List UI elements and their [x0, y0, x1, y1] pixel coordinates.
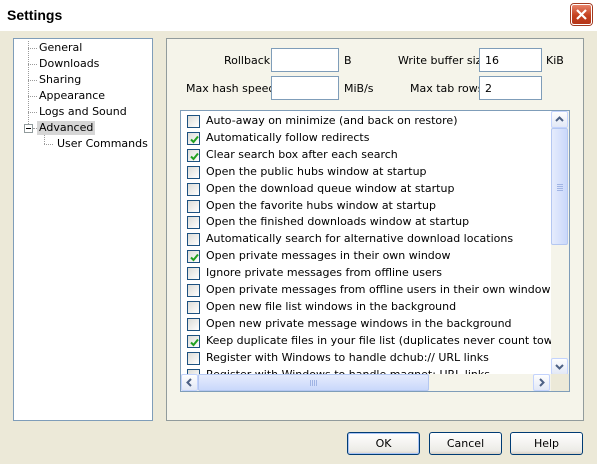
- settings-dialog: Settings General Downloads Sharing Appea…: [0, 0, 597, 464]
- check-icon: [190, 152, 199, 161]
- option-label: Open new file list windows in the backgr…: [206, 299, 457, 313]
- option-checkbox[interactable]: [187, 317, 200, 331]
- option-checkbox[interactable]: [187, 216, 200, 230]
- write-buffer-label: Write buffer size: [398, 54, 489, 67]
- option-label: Open new private message windows in the …: [206, 316, 512, 330]
- option-label: Ignore private messages from offline use…: [206, 266, 443, 280]
- close-button[interactable]: [571, 4, 592, 25]
- horizontal-scrollbar[interactable]: [181, 374, 551, 391]
- option-label: Automatically search for alternative dow…: [206, 232, 514, 246]
- option-checkbox[interactable]: [187, 334, 200, 348]
- tree-item-user-commands[interactable]: User Commands: [55, 137, 150, 151]
- tree-item-general[interactable]: General: [37, 41, 84, 55]
- write-buffer-unit: KiB: [546, 54, 564, 67]
- option-label: Open the finished downloads window at st…: [206, 215, 470, 229]
- option-label: Open the favorite hubs window at startup: [206, 198, 436, 212]
- option-checkbox[interactable]: [187, 267, 200, 281]
- max-hash-label: Max hash speed: [186, 82, 276, 95]
- tree-item-logs-and-sound[interactable]: Logs and Sound: [37, 105, 129, 119]
- tree-item-downloads[interactable]: Downloads: [37, 57, 101, 71]
- scroll-up-button[interactable]: [551, 111, 568, 128]
- close-icon: [576, 9, 587, 20]
- option-label: Auto-away on minimize (and back on resto…: [206, 114, 458, 127]
- option-label: Open the public hubs window at startup: [206, 164, 427, 178]
- option-label: Register with Windows to handle dchub://…: [206, 350, 489, 364]
- max-tab-rows-field[interactable]: [479, 76, 542, 100]
- rollback-field[interactable]: [271, 48, 339, 72]
- max-hash-unit: MiB/s: [344, 82, 374, 95]
- option-checkbox[interactable]: [187, 300, 200, 314]
- vertical-scrollbar[interactable]: [551, 111, 569, 375]
- max-hash-field[interactable]: [271, 76, 339, 100]
- option-checkbox[interactable]: [187, 148, 200, 162]
- option-checkbox[interactable]: [187, 182, 200, 196]
- settings-tree: General Downloads Sharing Appearance Log…: [13, 38, 153, 421]
- arrow-right-icon: [539, 378, 545, 387]
- check-icon: [190, 254, 199, 262]
- option-checkbox[interactable]: [187, 165, 200, 179]
- option-label: Keep duplicate files in your file list (…: [206, 333, 569, 347]
- option-checkbox[interactable]: [187, 199, 200, 213]
- scrollbar-corner: [551, 374, 569, 391]
- window-title: Settings: [7, 7, 63, 23]
- help-button[interactable]: Help: [510, 432, 583, 455]
- arrow-down-icon: [555, 364, 564, 370]
- rollback-label: Rollback: [224, 54, 271, 67]
- vertical-scroll-thumb[interactable]: [551, 128, 568, 245]
- option-label: Open private messages in their own windo…: [206, 249, 451, 263]
- tree-item-sharing[interactable]: Sharing: [37, 73, 83, 87]
- option-checkbox[interactable]: [187, 115, 200, 128]
- options-list: Auto-away on minimize (and back on resto…: [180, 110, 570, 392]
- arrow-up-icon: [555, 116, 564, 122]
- option-label: Open private messages from offline users…: [206, 283, 551, 296]
- tree-item-advanced[interactable]: Advanced: [37, 121, 96, 135]
- scroll-right-button[interactable]: [533, 374, 550, 391]
- option-label: Automatically follow redirects: [206, 130, 370, 144]
- scroll-down-button[interactable]: [551, 358, 568, 375]
- cancel-button[interactable]: Cancel: [429, 432, 502, 455]
- check-icon: [190, 135, 199, 144]
- scroll-left-button[interactable]: [181, 374, 198, 391]
- horizontal-scroll-thumb[interactable]: [198, 374, 429, 391]
- rollback-unit: B: [344, 54, 352, 67]
- option-label: Open the download queue window at startu…: [206, 181, 455, 195]
- minus-icon[interactable]: [24, 124, 33, 133]
- ok-button[interactable]: OK: [347, 432, 420, 455]
- tree-item-appearance[interactable]: Appearance: [37, 89, 107, 103]
- option-checkbox[interactable]: [187, 233, 200, 247]
- check-icon: [190, 338, 199, 347]
- option-checkbox[interactable]: [187, 351, 200, 365]
- option-checkbox[interactable]: [187, 250, 200, 264]
- option-checkbox[interactable]: [187, 131, 200, 145]
- write-buffer-field[interactable]: [479, 48, 542, 72]
- option-checkbox[interactable]: [187, 284, 200, 297]
- option-label: Clear search box after each search: [206, 147, 398, 161]
- arrow-left-icon: [186, 378, 192, 387]
- max-tab-rows-label: Max tab rows: [410, 82, 484, 95]
- title-bar: Settings: [0, 0, 597, 31]
